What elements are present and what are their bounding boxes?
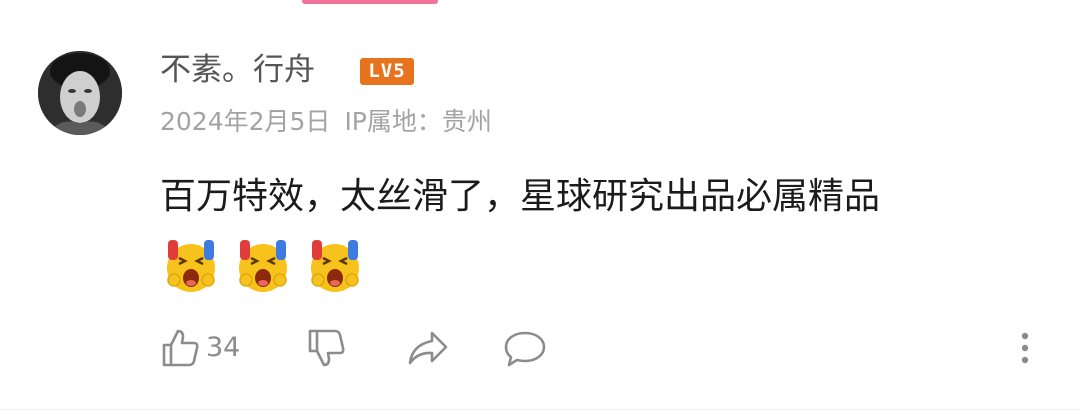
share-icon [408,331,448,365]
comment-actions: 34 [160,322,1060,374]
like-count: 34 [206,332,241,363]
avatar-image [38,51,122,135]
comment-date: 2024年2月5日 [160,107,331,136]
more-button[interactable] [1010,322,1040,374]
reply-icon [504,331,546,367]
username[interactable]: 不素。行舟 [160,48,315,92]
dislike-button[interactable] [306,322,348,374]
thumb-up-icon [162,329,199,367]
laughing-cry-emoji [239,240,287,292]
laughing-cry-emoji [311,240,359,292]
avatar[interactable] [38,51,122,135]
level-badge: LV5 [360,58,414,85]
divider [0,409,1080,410]
thumb-down-icon [308,329,345,367]
ip-location: IP属地：贵州 [344,107,492,136]
laughing-cry-emoji [167,240,215,292]
more-icon [1021,332,1029,364]
like-button[interactable]: 34 [160,322,240,374]
reply-button[interactable] [502,322,548,374]
comment-text: 百万特效，太丝滑了，星球研究出品必属精品 [160,176,881,217]
share-button[interactable] [406,322,450,374]
top-accent-bar [302,0,438,4]
comment-meta: 2024年2月5日 IP属地：贵州 [160,102,492,142]
emoji-row [160,234,366,294]
